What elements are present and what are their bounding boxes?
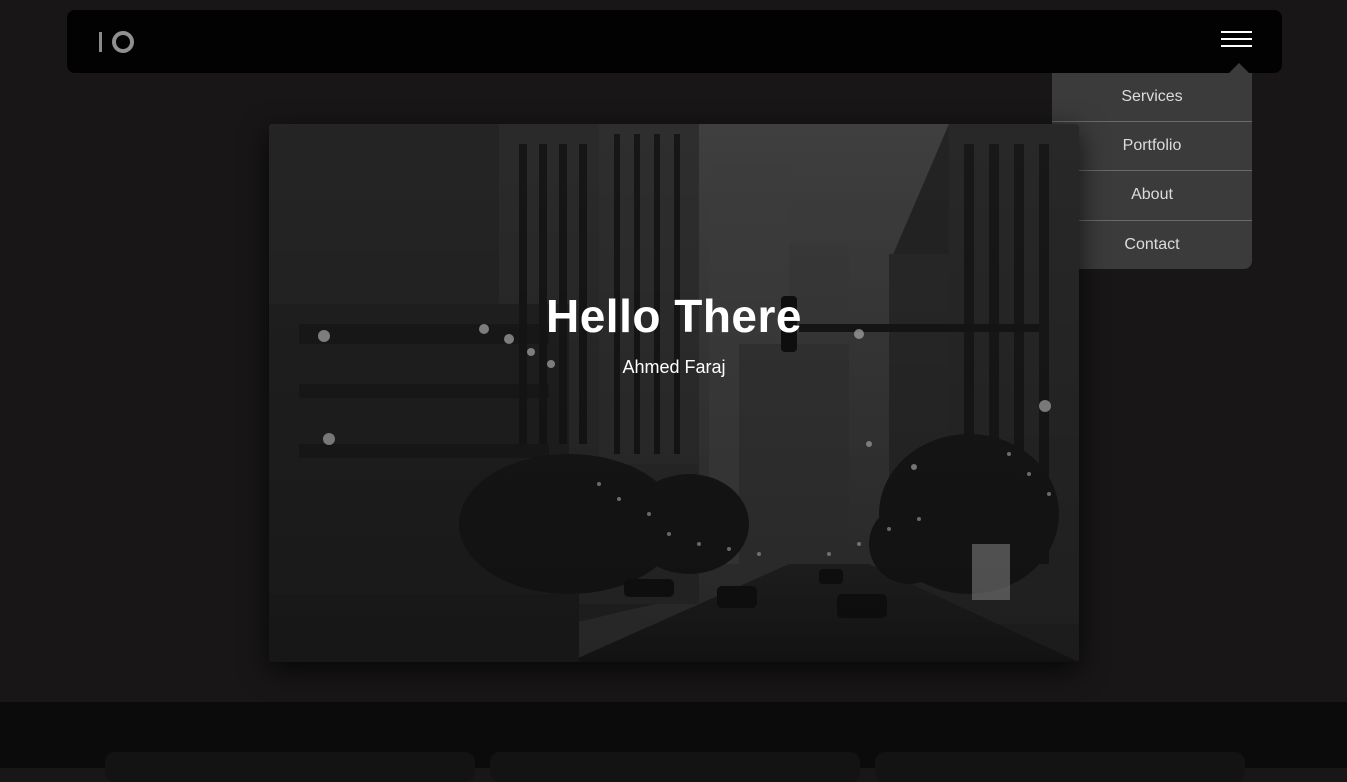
- menu-item-contact[interactable]: Contact: [1052, 221, 1252, 269]
- city-street-image: [269, 124, 1079, 662]
- hamburger-menu-icon[interactable]: [1221, 31, 1252, 49]
- menu-item-about[interactable]: About: [1052, 171, 1252, 219]
- services-section: [0, 702, 1347, 782]
- hero-banner: Hello There Ahmed Faraj: [269, 124, 1079, 662]
- service-card[interactable]: [875, 752, 1245, 782]
- navbar: [67, 10, 1282, 73]
- dropdown-caret: [1229, 63, 1249, 73]
- service-card[interactable]: [490, 752, 860, 782]
- nav-dropdown-menu: Services Portfolio About Contact: [1052, 63, 1252, 269]
- io-logo-icon[interactable]: [99, 31, 134, 53]
- logo-ring: [112, 31, 134, 53]
- hamburger-line: [1221, 45, 1252, 47]
- hero-subtitle: Ahmed Faraj: [622, 357, 726, 377]
- service-card[interactable]: [105, 752, 475, 782]
- hamburger-line: [1221, 31, 1252, 33]
- menu-item-portfolio[interactable]: Portfolio: [1052, 122, 1252, 170]
- hero-title: Hello There: [545, 290, 802, 342]
- logo-bar: [99, 32, 102, 52]
- menu-item-services[interactable]: Services: [1052, 73, 1252, 121]
- hamburger-line: [1221, 38, 1252, 40]
